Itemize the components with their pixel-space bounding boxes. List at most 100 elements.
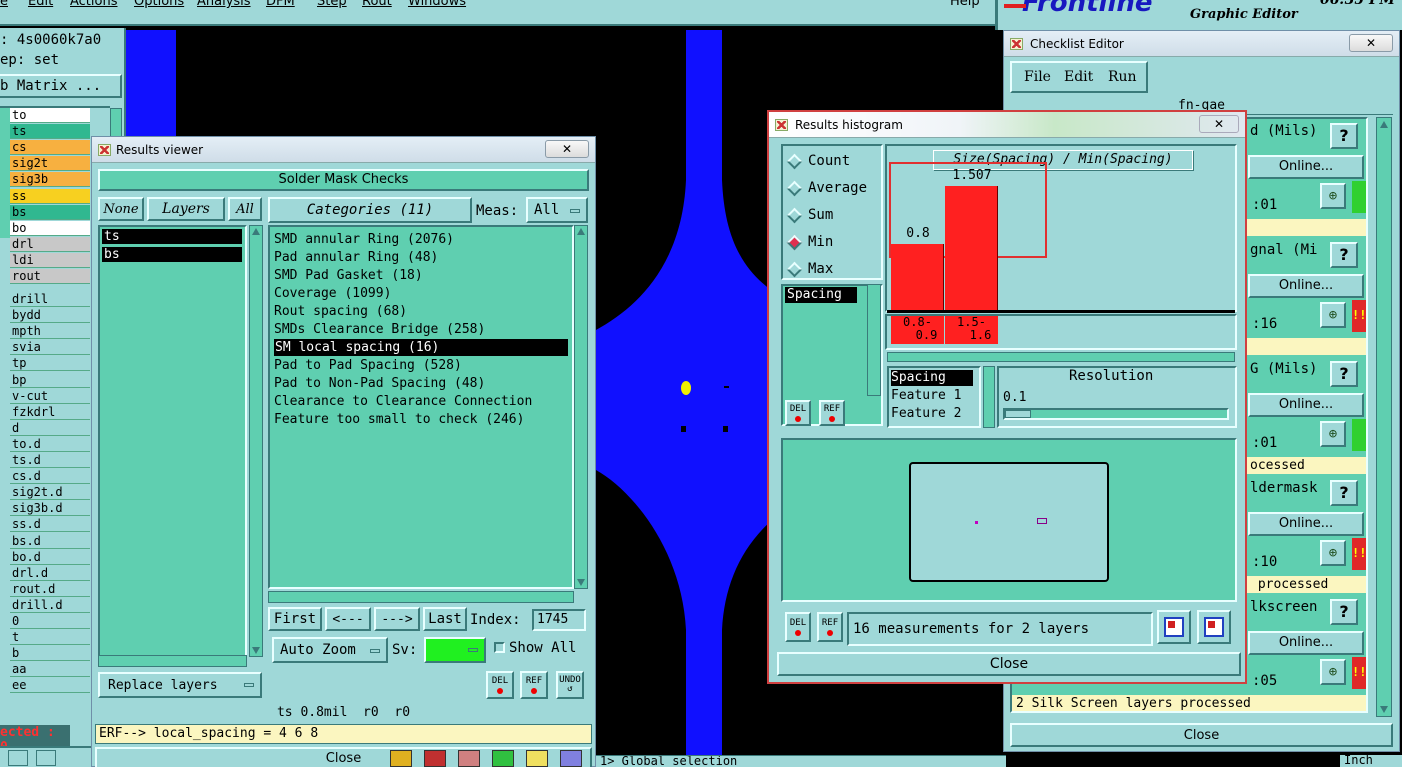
- histogram-list-vscroll[interactable]: [867, 284, 881, 396]
- mode-radio-count[interactable]: Count: [785, 152, 850, 170]
- category-item[interactable]: Pad to Pad Spacing (528): [274, 357, 462, 374]
- layer-row[interactable]: to: [10, 108, 90, 123]
- mode-radio-max[interactable]: Max: [785, 260, 833, 278]
- close-icon[interactable]: ✕: [1349, 34, 1393, 52]
- layer-row[interactable]: drl: [10, 236, 90, 252]
- del-button[interactable]: DEL: [486, 671, 514, 699]
- scroll-down-icon[interactable]: [577, 579, 585, 586]
- status-del-button[interactable]: DEL: [785, 612, 811, 642]
- online-button[interactable]: Online...: [1248, 155, 1364, 179]
- category-item[interactable]: SMD annular Ring (2076): [274, 231, 454, 248]
- layer-row[interactable]: aa: [10, 662, 90, 678]
- menu-item[interactable]: Edit: [28, 0, 53, 9]
- undo-button[interactable]: UNDO ↺: [556, 671, 584, 699]
- menu-item[interactable]: Analysis: [197, 0, 251, 9]
- menu-item[interactable]: e: [0, 0, 8, 9]
- layer-row[interactable]: bp: [10, 372, 90, 388]
- online-button[interactable]: Online...: [1248, 512, 1364, 536]
- first-button[interactable]: First: [268, 607, 322, 631]
- histogram-ref-button[interactable]: REF: [819, 400, 845, 426]
- menu-item[interactable]: Windows: [408, 0, 466, 9]
- slider-thumb[interactable]: [1005, 410, 1031, 418]
- checklist-titlebar[interactable]: Checklist Editor ✕: [1004, 31, 1399, 57]
- bar-range-label[interactable]: 1.5- 1.6: [945, 316, 998, 344]
- layer-row[interactable]: to.d: [10, 436, 90, 452]
- layer-row[interactable]: ts.d: [10, 453, 90, 468]
- layer-row[interactable]: bydd: [10, 308, 90, 324]
- layer-row[interactable]: cs.d: [10, 469, 90, 485]
- layer-row[interactable]: rout: [10, 269, 90, 284]
- scroll-up-icon[interactable]: [1380, 121, 1388, 128]
- bar-range-label[interactable]: 0.8- 0.9: [891, 316, 944, 344]
- import-button[interactable]: [1197, 610, 1231, 644]
- scroll-down-icon[interactable]: [252, 647, 260, 654]
- layer-row[interactable]: d: [10, 420, 90, 436]
- selected-layer-item[interactable]: bs: [102, 247, 242, 262]
- layer-row[interactable]: sig3b.d: [10, 501, 90, 517]
- status-ref-button[interactable]: REF: [817, 612, 843, 642]
- tool-icon[interactable]: [492, 750, 514, 767]
- layer-row[interactable]: drill: [10, 292, 90, 307]
- ref-button[interactable]: REF: [520, 671, 548, 699]
- histogram-bar[interactable]: [891, 244, 944, 310]
- layer-row[interactable]: cs: [10, 140, 90, 156]
- category-item[interactable]: Pad to Non-Pad Spacing (48): [274, 375, 485, 392]
- online-button[interactable]: Online...: [1248, 274, 1364, 298]
- layer-row[interactable]: sig3b: [10, 172, 90, 188]
- zoom-icon[interactable]: ⊕: [1320, 540, 1346, 566]
- grid-icon[interactable]: [36, 750, 56, 766]
- tool-icon[interactable]: [458, 750, 480, 767]
- layer-row[interactable]: mpth: [10, 324, 90, 340]
- category-item[interactable]: SMD Pad Gasket (18): [274, 267, 423, 284]
- category-hscroll[interactable]: [268, 591, 574, 603]
- layer-row[interactable]: b: [10, 646, 90, 662]
- scroll-up-icon[interactable]: [252, 228, 260, 235]
- online-button[interactable]: Online...: [1248, 631, 1364, 655]
- tool-icon[interactable]: [8, 750, 28, 766]
- checklist-menu-item[interactable]: Edit: [1064, 69, 1093, 85]
- checklist-menu-item[interactable]: Run: [1108, 69, 1137, 85]
- menu-item[interactable]: Actions: [70, 0, 118, 9]
- close-icon[interactable]: ✕: [1199, 115, 1239, 133]
- mode-radio-average[interactable]: Average: [785, 179, 867, 197]
- layer-row[interactable]: bs.d: [10, 533, 90, 549]
- histogram-del-button[interactable]: DEL: [785, 400, 811, 426]
- layer-row[interactable]: ldi: [10, 252, 90, 268]
- category-item[interactable]: Pad annular Ring (48): [274, 249, 438, 266]
- replace-layers-dropdown[interactable]: Replace layers: [98, 672, 262, 698]
- layer-row[interactable]: bo: [10, 220, 90, 236]
- preview-board[interactable]: [909, 462, 1109, 582]
- index-field[interactable]: 1745: [532, 609, 586, 631]
- layer-row[interactable]: fzkdrl: [10, 404, 90, 420]
- layer-row[interactable]: rout.d: [10, 581, 90, 597]
- layer-row[interactable]: ss: [10, 188, 90, 204]
- export-button[interactable]: [1157, 610, 1191, 644]
- layer-row[interactable]: sig2t.d: [10, 485, 90, 501]
- chart-hscroll[interactable]: [887, 352, 1235, 362]
- resolution-slider[interactable]: [1003, 408, 1229, 420]
- category-item[interactable]: Feature too small to check (246): [274, 411, 524, 428]
- none-button[interactable]: None: [98, 197, 144, 221]
- menu-item[interactable]: DFM: [266, 0, 295, 9]
- zoom-icon[interactable]: ⊕: [1320, 659, 1346, 685]
- histogram-list-item[interactable]: Spacing: [785, 287, 857, 303]
- category-vscroll[interactable]: [574, 225, 588, 589]
- layer-row[interactable]: ss.d: [10, 517, 90, 533]
- zoom-icon[interactable]: ⊕: [1320, 302, 1346, 328]
- matrix-button[interactable]: b Matrix ...: [0, 74, 122, 98]
- layer-row[interactable]: ee: [10, 678, 90, 694]
- auto-zoom-dropdown[interactable]: Auto Zoom: [272, 637, 388, 663]
- category-item[interactable]: SMDs Clearance Bridge (258): [274, 321, 485, 338]
- layer-row[interactable]: v-cut: [10, 388, 90, 404]
- category-item[interactable]: Clearance to Clearance Connection: [274, 393, 532, 410]
- mode-radio-sum[interactable]: Sum: [785, 206, 833, 224]
- menu-item[interactable]: Rout: [362, 0, 392, 9]
- field-item[interactable]: Spacing: [891, 370, 973, 386]
- selected-layer-item[interactable]: ts: [102, 229, 242, 244]
- help-button[interactable]: ?: [1330, 361, 1358, 387]
- layer-row[interactable]: svia: [10, 340, 90, 356]
- layer-row[interactable]: drill.d: [10, 597, 90, 613]
- results-viewer-titlebar[interactable]: Results viewer ✕: [92, 137, 595, 163]
- checklist-vscroll[interactable]: [1376, 117, 1392, 717]
- layer-list-hscroll[interactable]: [98, 655, 247, 667]
